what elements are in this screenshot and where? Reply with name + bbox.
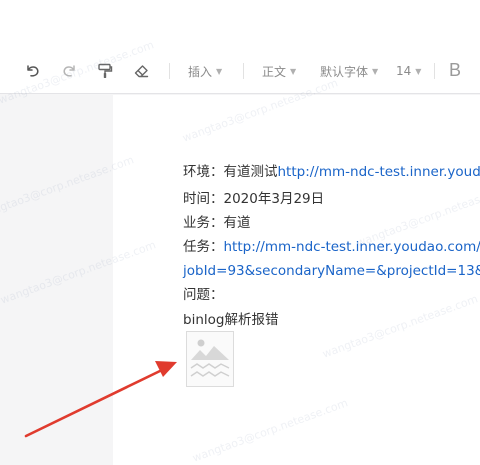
task-link-wrap[interactable]: jobId=93&secondaryName=&projectId=13&ha [183, 263, 480, 279]
env-label: 环境： [183, 164, 224, 180]
issue-line[interactable]: 问题： [183, 285, 224, 305]
paragraph-style-label: 正文 [262, 63, 286, 80]
issue-value-line[interactable]: binlog解析报错 [183, 310, 278, 330]
business-line[interactable]: 业务：有道 [183, 213, 251, 233]
chevron-down-icon: ▼ [216, 67, 222, 76]
business-value: 有道 [224, 215, 251, 231]
task-link[interactable]: http://mm-ndc-test.inner.youdao.com/di [224, 239, 480, 255]
chevron-down-icon: ▼ [372, 67, 378, 76]
image-placeholder-icon [187, 332, 233, 386]
env-line[interactable]: 环境：有道测试http://mm-ndc-test.inner.youda [183, 162, 480, 182]
time-line[interactable]: 时间：2020年3月29日 [183, 189, 324, 209]
image-placeholder[interactable] [186, 331, 234, 387]
insert-label: 插入 [188, 63, 212, 80]
top-bar [0, 0, 480, 48]
font-size-dropdown[interactable]: 14 ▼ [396, 62, 421, 80]
bold-button[interactable]: B [449, 60, 461, 81]
undo-icon[interactable] [22, 60, 44, 82]
issue-label: 问题： [183, 287, 224, 303]
font-size-label: 14 [396, 64, 411, 78]
chevron-down-icon: ▼ [290, 67, 296, 76]
toolbar-divider [243, 63, 244, 79]
task-label: 任务： [183, 239, 224, 255]
business-label: 业务： [183, 215, 224, 231]
editor-toolbar: 插入 ▼ 正文 ▼ 默认字体 ▼ 14 ▼ B [0, 48, 480, 94]
chevron-down-icon: ▼ [415, 67, 421, 76]
task-link-continued[interactable]: jobId=93&secondaryName=&projectId=13&ha [183, 261, 480, 281]
issue-value: binlog解析报错 [183, 312, 278, 328]
time-label: 时间： [183, 191, 224, 207]
task-line[interactable]: 任务：http://mm-ndc-test.inner.youdao.com/d… [183, 237, 480, 257]
eraser-icon[interactable] [130, 60, 152, 82]
toolbar-divider [434, 63, 435, 79]
toolbar-divider [169, 63, 170, 79]
insert-dropdown[interactable]: 插入 ▼ [188, 62, 222, 80]
font-family-dropdown[interactable]: 默认字体 ▼ [320, 62, 378, 80]
env-text: 有道测试 [224, 164, 278, 180]
font-family-label: 默认字体 [320, 63, 368, 80]
paragraph-style-dropdown[interactable]: 正文 ▼ [262, 62, 296, 80]
redo-icon[interactable] [58, 60, 80, 82]
env-link[interactable]: http://mm-ndc-test.inner.youda [278, 164, 480, 180]
format-painter-icon[interactable] [94, 60, 116, 82]
time-value: 2020年3月29日 [224, 191, 325, 207]
